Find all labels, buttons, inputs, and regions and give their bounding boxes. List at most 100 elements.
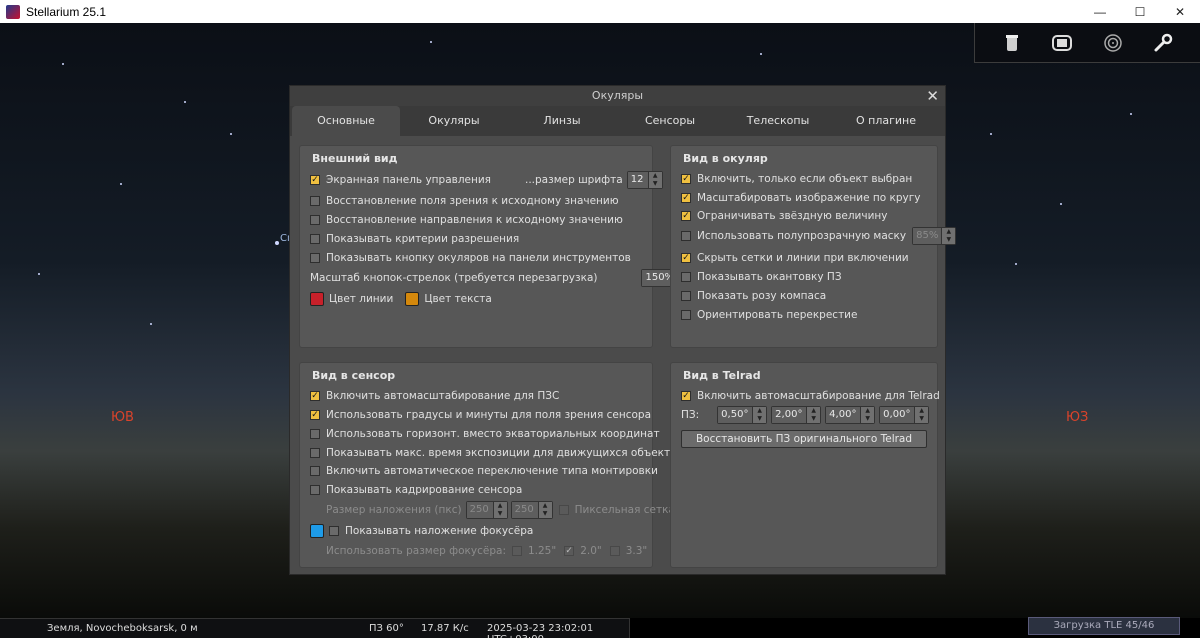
focuser-color-swatch[interactable] (310, 524, 324, 538)
restore-fov-checkbox[interactable]: Восстановление поля зрения к исходному з… (310, 193, 619, 209)
spin-up-icon[interactable]: ▲ (915, 407, 928, 415)
external-view-group: Внешний вид ✓ Экранная панель управления… (299, 145, 693, 348)
spin-down-icon[interactable]: ▼ (861, 415, 874, 423)
line-color-swatch[interactable] (310, 292, 324, 306)
focuser-125-checkbox[interactable] (511, 546, 522, 556)
spin-down-icon[interactable]: ▼ (942, 236, 955, 244)
pixel-grid-checkbox[interactable] (558, 505, 569, 515)
show-resolution-checkbox[interactable]: Показывать критерии разрешения (310, 231, 519, 247)
window-title: Stellarium 25.1 (26, 4, 107, 19)
color-buttons: Цвет линии Цвет текста (310, 291, 492, 307)
close-window-button[interactable]: ✕ (1160, 0, 1200, 23)
restore-telrad-fov-button[interactable]: Восстановить ПЗ оригинального Telrad (681, 430, 927, 448)
show-toolbar-button-checkbox[interactable]: Показывать кнопку окуляров на панели инс… (310, 250, 631, 266)
spin-down-icon[interactable]: ▼ (807, 415, 820, 423)
show-compass-rose-checkbox[interactable]: Показать розу компаса (681, 288, 826, 304)
focuser-20-checkbox[interactable]: ✓ (564, 546, 575, 556)
location-text[interactable]: Земля, Novocheboksarsk, 0 м (47, 623, 198, 634)
star (38, 273, 40, 275)
spin-up-icon[interactable]: ▲ (649, 172, 662, 180)
eyepiece-view-title: Вид в окуляр (683, 152, 768, 165)
tab-telescopes[interactable]: Телескопы (724, 106, 832, 136)
minimize-button[interactable]: — (1080, 0, 1120, 23)
hide-grids-checkbox[interactable]: ✓ Скрыть сетки и линии при включении (681, 250, 909, 266)
dialog-tabs: Основные Окуляры Линзы Сенсоры Телескопы… (290, 106, 945, 136)
configure-wrench-icon[interactable] (1151, 31, 1175, 55)
datetime-text[interactable]: 2025-03-23 23:02:01 UTC+03:00 (487, 623, 629, 638)
spin-up-icon[interactable]: ▲ (494, 502, 507, 510)
spin-down-icon[interactable]: ▼ (649, 180, 662, 188)
text-color-swatch[interactable] (405, 292, 420, 306)
star (62, 63, 64, 65)
semi-transparent-mask-checkbox[interactable]: Использовать полупрозрачную маску 85% ▲ ▼ (681, 227, 957, 245)
only-if-selected-checkbox[interactable]: ✓ Включить, только если объект выбран (681, 171, 912, 187)
limit-magnitude-checkbox[interactable]: ✓ Ограничивать звёздную величину (681, 208, 887, 224)
font-size-spinbox[interactable]: 12 ▲ ▼ (626, 171, 663, 189)
telrad-fov-1-spinbox[interactable]: 0,50° ▲ ▼ (717, 406, 768, 424)
tab-lenses[interactable]: Линзы (508, 106, 616, 136)
arrow-scale-label: Масштаб кнопок-стрелок (требуется переза… (310, 272, 598, 284)
focuser-overlay-row: Показывать наложение фокусёра (310, 523, 533, 539)
use-degrees-minutes-checkbox[interactable]: ✓ Использовать градусы и минуты для поля… (310, 407, 651, 423)
spin-up-icon[interactable]: ▲ (807, 407, 820, 415)
spin-down-icon[interactable]: ▼ (753, 415, 766, 423)
telrad-icon[interactable] (1101, 31, 1125, 55)
show-max-exposure-checkbox[interactable]: Показывать макс. время экспозиции для дв… (310, 445, 683, 461)
telrad-fov-row: ПЗ: 0,50° ▲ ▼ 2,00° ▲ ▼ 4,00° ▲ ▼ 0,00° ▲ ▼ (681, 406, 930, 424)
ccd-sensor-icon[interactable] (1050, 31, 1074, 55)
star (1060, 203, 1062, 205)
compass-southwest: ЮЗ (1066, 410, 1089, 425)
star (150, 323, 152, 325)
sensor-view-title: Вид в сенсор (312, 369, 396, 382)
auto-zoom-telrad-checkbox[interactable]: ✓ Включить автомасштабирование для Telra… (681, 388, 940, 404)
line-color-label: Цвет линии (329, 293, 394, 305)
show-sensor-crop-checkbox[interactable]: Показывать кадрирование сенсора (310, 482, 522, 498)
onscreen-panel-checkbox[interactable]: ✓ Экранная панель управления (310, 172, 491, 188)
focuser-overlay-checkbox[interactable] (329, 526, 339, 536)
overlay-height-spinbox[interactable]: 250 ▲ ▼ (510, 501, 553, 519)
star (990, 133, 992, 135)
status-bar: Земля, Novocheboksarsk, 0 м ПЗ 60° 17.87… (0, 618, 630, 638)
telrad-fov-3-spinbox[interactable]: 4,00° ▲ ▼ (825, 406, 876, 424)
star (120, 183, 122, 185)
star (184, 101, 186, 103)
spin-up-icon[interactable]: ▲ (753, 407, 766, 415)
auto-mount-switch-checkbox[interactable]: Включить автоматическое переключение тип… (310, 463, 658, 479)
spin-up-icon[interactable]: ▲ (861, 407, 874, 415)
restore-direction-checkbox[interactable]: Восстановление направления к исходному з… (310, 212, 623, 228)
text-color-label: Цвет текста (424, 293, 492, 305)
spin-down-icon[interactable]: ▼ (915, 415, 928, 423)
crosshair-alignment-checkbox[interactable]: Ориентировать перекрестие (681, 307, 857, 323)
arrow-scale-control: Масштаб кнопок-стрелок (требуется переза… (310, 269, 693, 287)
star (1130, 113, 1132, 115)
telrad-fov-4-spinbox[interactable]: 0,00° ▲ ▼ (879, 406, 930, 424)
star (760, 53, 762, 55)
maximize-button[interactable]: ☐ (1120, 0, 1160, 23)
star (230, 133, 232, 135)
overlay-width-spinbox[interactable]: 250 ▲ ▼ (465, 501, 508, 519)
telrad-view-group: Вид в Telrad ✓ Включить автомасштабирова… (670, 362, 940, 568)
show-fov-outline-checkbox[interactable]: Показывать окантовку ПЗ (681, 269, 842, 285)
scale-to-circle-checkbox[interactable]: ✓ Масштабировать изображение по кругу (681, 190, 920, 206)
eyepiece-view-group: Вид в окуляр ✓ Включить, только если объ… (670, 145, 957, 348)
focuser-33-checkbox[interactable] (609, 546, 620, 556)
ocular-icon[interactable] (1000, 31, 1024, 55)
tab-about[interactable]: О плагине (832, 106, 940, 136)
spin-down-icon[interactable]: ▼ (539, 510, 552, 518)
overlay-size-control: Размер наложения (пкс) 250 ▲ ▼ 250 ▲ ▼ Пик… (326, 501, 675, 519)
dialog-titlebar[interactable]: Окуляры ✕ (290, 86, 945, 106)
close-icon[interactable]: ✕ (926, 86, 939, 106)
auto-zoom-ccd-checkbox[interactable]: ✓ Включить автомасштабирование для ПЗС (310, 388, 559, 404)
tab-main[interactable]: Основные (292, 106, 400, 136)
spin-up-icon[interactable]: ▲ (539, 502, 552, 510)
telrad-fov-2-spinbox[interactable]: 2,00° ▲ ▼ (771, 406, 822, 424)
font-size-control: ...размер шрифта 12 ▲ ▼ (525, 171, 663, 189)
spin-down-icon[interactable]: ▼ (494, 510, 507, 518)
use-horizontal-checkbox[interactable]: Использовать горизонт. вместо экваториал… (310, 426, 660, 442)
mask-opacity-spinbox[interactable]: 85% ▲ ▼ (912, 227, 957, 245)
tab-sensors[interactable]: Сенсоры (616, 106, 724, 136)
spin-up-icon[interactable]: ▲ (942, 228, 955, 236)
overlay-size-label: Размер наложения (пкс) (326, 504, 462, 516)
tab-eyepieces[interactable]: Окуляры (400, 106, 508, 136)
star[interactable] (275, 241, 279, 245)
